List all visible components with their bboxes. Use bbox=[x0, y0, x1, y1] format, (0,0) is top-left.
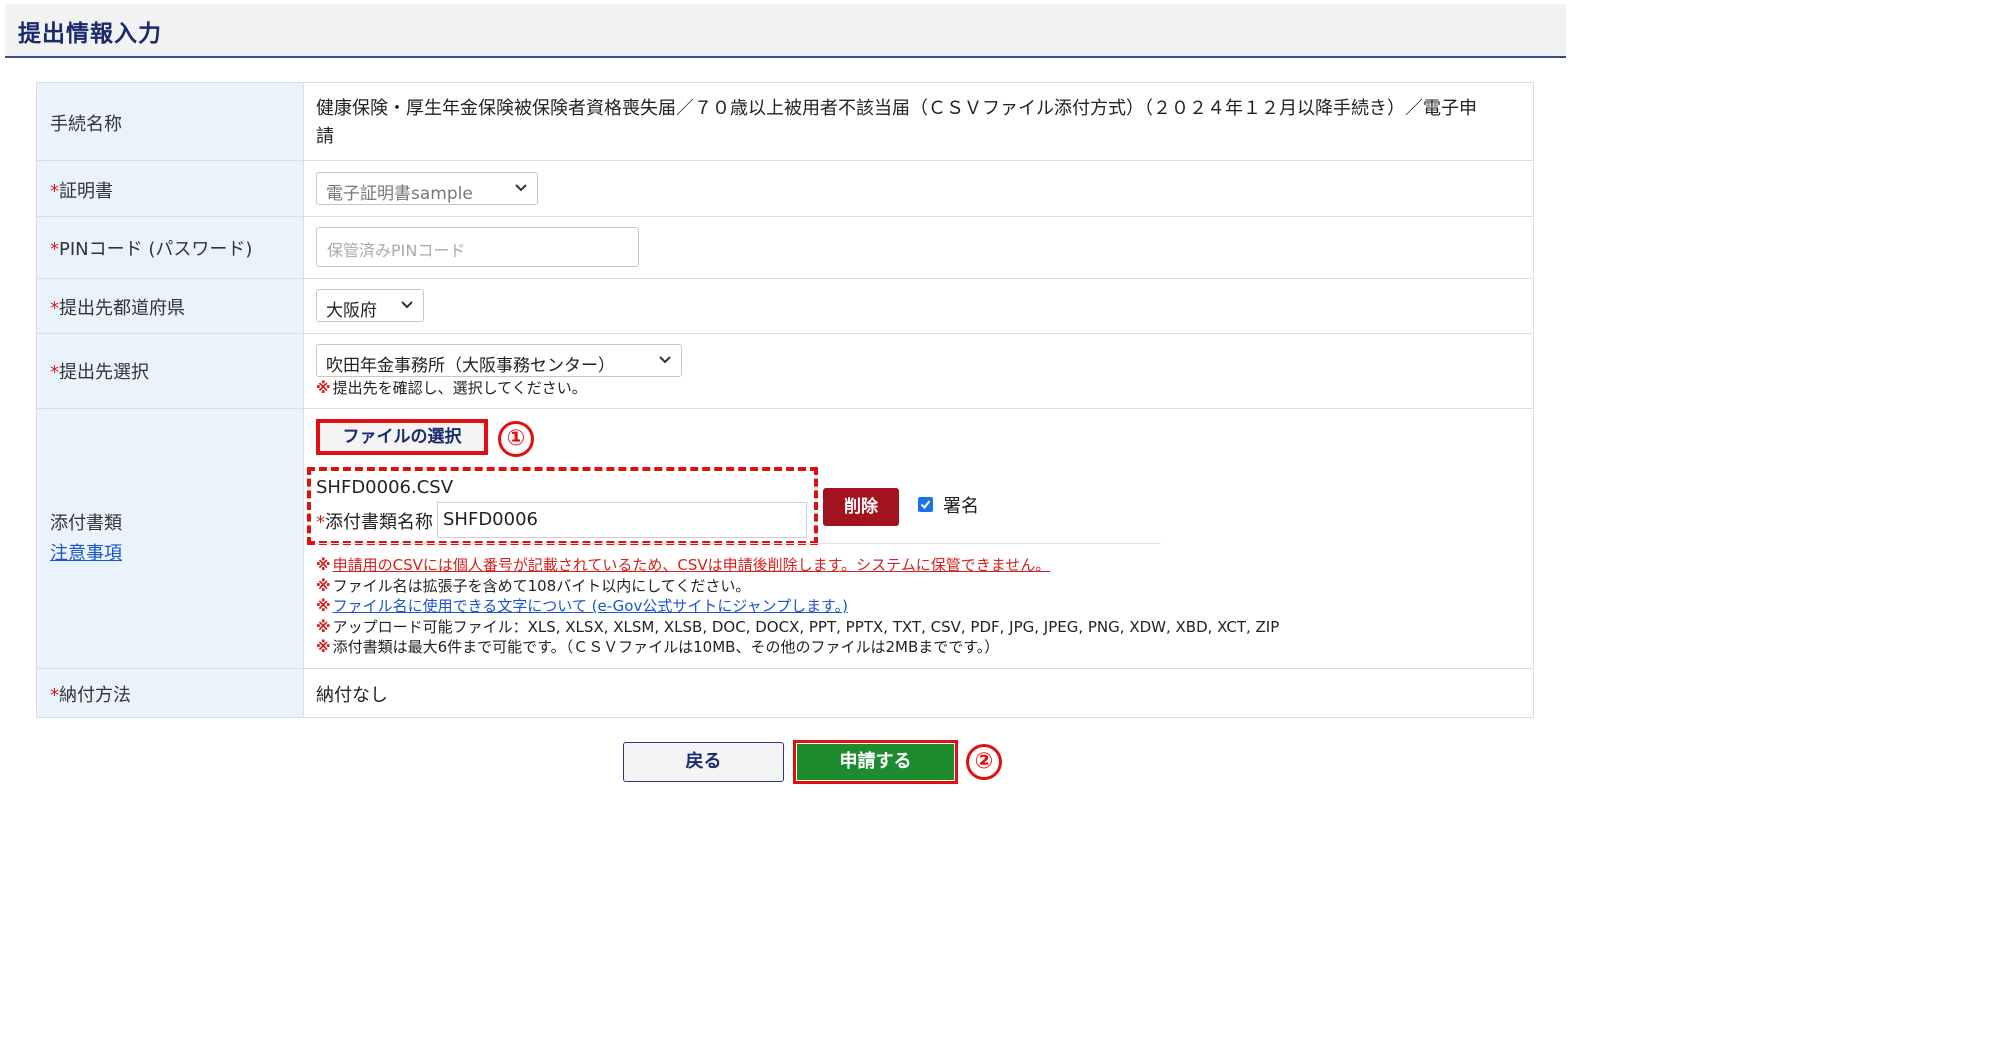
procedure-label: 手続名称 bbox=[37, 83, 304, 160]
submit-highlight: 申請する bbox=[793, 740, 958, 784]
attachment-note-3: ※ ファイル名に使用できる文字について (e-Gov公式サイトにジャンプします。) bbox=[316, 597, 848, 615]
back-button[interactable]: 戻る bbox=[623, 742, 784, 782]
attachment-note-2: ※ ファイル名は拡張子を含めて108バイト以内にしてください。 bbox=[316, 577, 751, 595]
divider bbox=[316, 543, 1161, 544]
caution-link[interactable]: 注意事項 bbox=[50, 539, 122, 565]
file-select-button[interactable]: ファイルの選択 bbox=[316, 419, 488, 455]
sign-checkbox[interactable] bbox=[918, 497, 933, 512]
annotation-1: ① bbox=[498, 421, 534, 457]
submit-button[interactable]: 申請する bbox=[797, 744, 954, 780]
attachment-note-4: ※ アップロード可能ファイル：XLS, XLSX, XLSM, XLSB, DOC… bbox=[316, 618, 1280, 636]
prefecture-label: *提出先都道府県 bbox=[37, 279, 304, 333]
row-procedure: 手続名称 健康保険・厚生年金保険被保険者資格喪失届／７０歳以上被用者不該当届（Ｃ… bbox=[37, 83, 1533, 161]
doc-name-label: *添付書類名称 bbox=[316, 512, 433, 533]
delete-button[interactable]: 削除 bbox=[823, 488, 899, 526]
annotation-2: ② bbox=[966, 744, 1002, 780]
submission-form: 手続名称 健康保険・厚生年金保険被保険者資格喪失届／７０歳以上被用者不該当届（Ｃ… bbox=[36, 82, 1534, 718]
procedure-value: 健康保険・厚生年金保険被保険者資格喪失届／７０歳以上被用者不該当届（ＣＳＶファイ… bbox=[316, 98, 1477, 147]
row-certificate: *証明書 電子証明書sample bbox=[37, 161, 1533, 217]
payment-value: 納付なし bbox=[316, 685, 388, 706]
attachments-label: 添付書類 注意事項 bbox=[37, 409, 304, 668]
payment-label: *納付方法 bbox=[37, 669, 304, 717]
csv-deletion-link[interactable]: 申請用のCSVには個人番号が記載されているため、CSVは申請後削除します。システ… bbox=[333, 556, 1051, 574]
page-title: 提出情報入力 bbox=[18, 21, 162, 47]
row-pin: *PINコード (パスワード) 保管済みPINコード bbox=[37, 217, 1533, 279]
pin-label: *PINコード (パスワード) bbox=[37, 217, 304, 278]
attached-file-name: SHFD0006.CSV bbox=[316, 477, 454, 498]
certificate-select[interactable]: 電子証明書sample bbox=[316, 172, 538, 205]
chevron-down-icon bbox=[401, 301, 413, 309]
chevron-down-icon bbox=[515, 184, 527, 192]
certificate-label: *証明書 bbox=[37, 161, 304, 216]
prefecture-select[interactable]: 大阪府 bbox=[316, 289, 424, 322]
row-destination: *提出先選択 吹田年金事務所（大阪事務センター） ※ 提出先を確認し、選択してくだ… bbox=[37, 334, 1533, 409]
attachment-note-1: ※ 申請用のCSVには個人番号が記載されているため、CSVは申請後削除します。シス… bbox=[316, 556, 1051, 574]
row-prefecture: *提出先都道府県 大阪府 bbox=[37, 279, 1533, 334]
row-payment: *納付方法 納付なし bbox=[37, 669, 1533, 717]
filename-chars-link[interactable]: ファイル名に使用できる文字について (e-Gov公式サイトにジャンプします。) bbox=[333, 597, 848, 615]
doc-name-input[interactable]: SHFD0006 bbox=[437, 502, 807, 538]
destination-label: *提出先選択 bbox=[37, 334, 304, 408]
attachment-note-5: ※ 添付書類は最大6件まで可能です。（ＣＳＶファイルは10MB、その他のファイルは… bbox=[316, 638, 1000, 656]
pin-input[interactable]: 保管済みPINコード bbox=[316, 227, 639, 267]
checkmark-icon bbox=[920, 500, 931, 510]
row-attachments: 添付書類 注意事項 ファイルの選択 ① SHFD0006.CSV *添付書類名称… bbox=[37, 409, 1533, 669]
page-header: 提出情報入力 bbox=[5, 4, 1566, 58]
sign-label: 署名 bbox=[943, 496, 979, 517]
destination-note: ※ 提出先を確認し、選択してください。 bbox=[316, 379, 587, 397]
destination-select[interactable]: 吹田年金事務所（大阪事務センター） bbox=[316, 344, 682, 377]
chevron-down-icon bbox=[659, 356, 671, 364]
